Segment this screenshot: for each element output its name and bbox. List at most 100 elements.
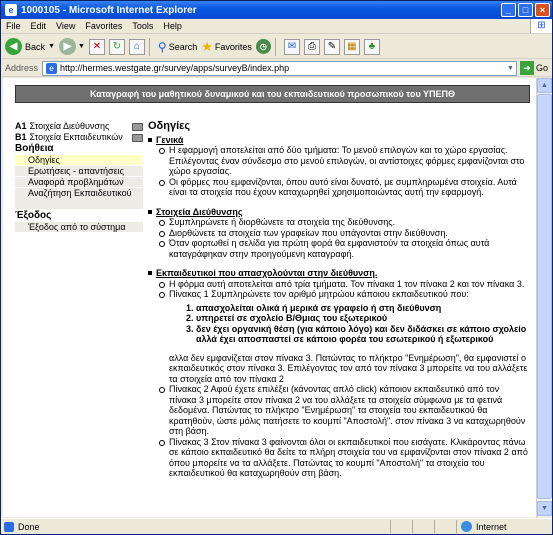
zone-label: Internet <box>476 521 507 532</box>
windows-logo-icon: ⊞ <box>530 19 552 33</box>
refresh-button[interactable]: ↻ <box>108 37 125 57</box>
address-input[interactable]: e http://hermes.westgate.gr/survey/apps/… <box>42 60 517 76</box>
back-arrow-icon: ◀ <box>5 38 22 55</box>
sidebar-item-faq[interactable]: Ερωτήσεις - απαντήσεις <box>15 166 143 177</box>
exit-section-title: Έξοδος <box>15 210 52 221</box>
menu-favorites[interactable]: Favorites <box>80 21 127 31</box>
section-directorate-list: Συμπληρώνετε ή διορθώνετε τα στοιχεία τη… <box>159 217 528 259</box>
browser-window: e 1000105 - Microsoft Internet Explorer … <box>0 0 553 535</box>
ie-icon: e <box>5 4 17 16</box>
chevron-down-icon: ▼ <box>48 43 55 50</box>
list-item: Πίνακας 3 Στον πίνακα 3 φαίνονται όλοι ο… <box>159 436 528 478</box>
section-teachers-list: Η φόρμα αυτή αποτελείται από τρία τμήματ… <box>159 279 528 300</box>
list-item: υπηρετεί σε σχολείο Β/Θμιας του εξωτερικ… <box>196 313 528 324</box>
toolbar-divider <box>148 37 150 56</box>
history-icon: ◷ <box>255 39 271 54</box>
menu-file[interactable]: File <box>1 21 26 31</box>
address-label: Address <box>5 63 39 73</box>
favorites-label: Favorites <box>214 41 252 52</box>
menu-view[interactable]: View <box>51 21 80 31</box>
star-icon: ★ <box>201 38 213 54</box>
search-label: Search <box>168 41 198 52</box>
refresh-icon: ↻ <box>108 38 125 55</box>
go-arrow-icon: ➜ <box>519 61 534 75</box>
sidebar-item-b1[interactable]: B1 Στοιχεία Εκπαιδευτικών <box>15 132 143 143</box>
mail-button[interactable]: ✉ <box>283 37 300 57</box>
list-item: Συμπληρώνετε ή διορθώνετε τα στοιχεία τη… <box>159 217 528 228</box>
status-cell <box>434 520 456 533</box>
printer-icon[interactable] <box>132 133 143 142</box>
toolbar: ◀ Back ▼ ▶ ▼ ✕ ↻ ⌂ ⚲ Search ★ Favorites … <box>1 35 552 59</box>
home-icon: ⌂ <box>128 38 145 55</box>
printer-icon[interactable] <box>132 122 143 131</box>
list-item: Η εφαρμογή αποτελείται από δύο τμήματα: … <box>159 145 528 177</box>
status-text: Done <box>18 521 40 532</box>
sidebar-item-teacher-search[interactable]: Αναζήτηση Εκπαιδευτικού <box>15 188 143 210</box>
go-button[interactable]: ➜ Go <box>519 61 548 75</box>
security-zone: Internet <box>456 520 552 533</box>
page-header: Καταγραφή του μαθητικού δυναμικού και το… <box>15 85 530 103</box>
menu-edit[interactable]: Edit <box>26 21 52 31</box>
sidebar-menu: A1 Στοιχεία Διεύθυνσης B1 Στοιχεία Εκπαι… <box>15 121 143 233</box>
stop-button[interactable]: ✕ <box>88 37 105 57</box>
title-bar: e 1000105 - Microsoft Internet Explorer … <box>1 1 552 19</box>
list-item: Όταν φορτωθεί η σελίδα για πρώτη φορά θα… <box>159 238 528 259</box>
instructions-content: Οδηγίες Γενικά Η εφαρμογή αποτελείται απ… <box>148 121 528 479</box>
back-label: Back <box>25 41 46 52</box>
home-button[interactable]: ⌂ <box>128 37 145 57</box>
print-button[interactable]: ⎙ <box>303 37 320 57</box>
mail-icon: ✉ <box>283 38 300 55</box>
scroll-up-icon[interactable]: ▲ <box>537 78 552 93</box>
scroll-thumb[interactable] <box>537 94 552 499</box>
page-icon: e <box>46 62 58 74</box>
toolbar-divider <box>274 37 276 56</box>
messenger-icon: ♣ <box>363 38 380 55</box>
list-item: απασχολείται ολικά ή μερικά σε γραφείο ή… <box>196 303 528 314</box>
page-icon <box>4 521 14 532</box>
forward-button[interactable]: ▶ ▼ <box>58 37 85 57</box>
section-teachers-title: Εκπαιδευτικοί που απασχολούνται στην διε… <box>148 268 528 279</box>
section-directorate-title: Στοιχεία Διεύθυνσης <box>148 207 528 218</box>
chevron-down-icon: ▼ <box>77 43 85 50</box>
list-item: Η φόρμα αυτή αποτελείται από τρία τμήματ… <box>159 279 528 290</box>
table1-paragraph: αλλα δεν εμφανίζεται στον πίνακα 3. Πατώ… <box>169 352 528 384</box>
close-button[interactable]: × <box>535 3 550 17</box>
status-cell <box>412 520 434 533</box>
window-title: 1000105 - Microsoft Internet Explorer <box>21 4 197 16</box>
page-title: Οδηγίες <box>148 120 191 132</box>
search-button[interactable]: ⚲ Search <box>158 37 197 57</box>
sidebar-item-logout[interactable]: Έξοδος από το σύστημα <box>15 222 143 233</box>
status-bar: Done Internet <box>1 518 552 534</box>
minimize-button[interactable]: _ <box>501 3 516 17</box>
sidebar-item-a1[interactable]: A1 Στοιχεία Διεύθυνσης <box>15 121 143 132</box>
discuss-button[interactable]: ▦ <box>343 37 360 57</box>
scroll-down-icon[interactable]: ▼ <box>537 501 552 516</box>
back-button[interactable]: ◀ Back ▼ <box>5 37 55 57</box>
menu-tools[interactable]: Tools <box>127 21 158 31</box>
favorites-button[interactable]: ★ Favorites <box>201 37 252 57</box>
status-cell <box>390 520 412 533</box>
go-label: Go <box>535 63 548 73</box>
menu-help[interactable]: Help <box>158 21 187 31</box>
stop-icon: ✕ <box>88 38 105 55</box>
maximize-button[interactable]: □ <box>518 3 533 17</box>
vertical-scrollbar[interactable]: ▲ ▼ <box>536 78 552 517</box>
forward-arrow-icon: ▶ <box>58 38 76 55</box>
sidebar-item-instructions[interactable]: Οδηγίες <box>15 155 143 166</box>
globe-icon <box>461 521 472 532</box>
list-item: Διορθώνετε τα στοιχεία των γραφείων που … <box>159 228 528 239</box>
discuss-icon: ▦ <box>343 38 360 55</box>
sidebar-item-code: B1 <box>15 132 27 142</box>
sidebar-item-report-problems[interactable]: Αναφορά προβλημάτων <box>15 177 143 188</box>
section-general-list: Η εφαρμογή αποτελείται από δύο τμήματα: … <box>159 145 528 198</box>
edit-button[interactable]: ✎ <box>323 37 340 57</box>
section-tables-list: Πίνακας 2 Αφού έχετε επιλέξει (κάνοντας … <box>159 384 528 479</box>
list-item: Πίνακας 2 Αφού έχετε επιλέξει (κάνοντας … <box>159 384 528 437</box>
section-general-title: Γενικά <box>148 135 528 146</box>
messenger-button[interactable]: ♣ <box>363 37 380 57</box>
history-button[interactable]: ◷ <box>255 37 271 57</box>
menu-bar: File Edit View Favorites Tools Help ⊞ <box>1 19 552 34</box>
chevron-down-icon[interactable]: ▼ <box>507 65 514 72</box>
search-icon: ⚲ <box>157 39 167 54</box>
address-bar: Address e http://hermes.westgate.gr/surv… <box>1 60 552 77</box>
